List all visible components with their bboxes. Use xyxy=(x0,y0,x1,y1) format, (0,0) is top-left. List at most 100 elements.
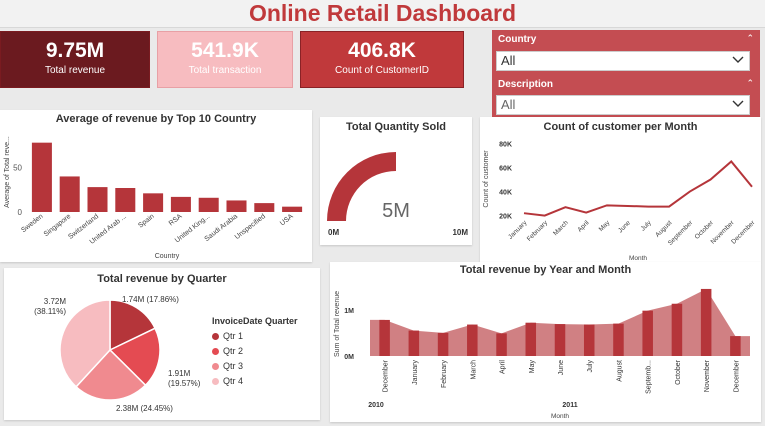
column xyxy=(408,330,420,356)
gauge-value: 5M xyxy=(382,200,410,222)
bar xyxy=(198,197,219,212)
column xyxy=(671,303,683,356)
bar xyxy=(87,187,108,212)
country-dropdown-value: All xyxy=(501,53,516,68)
legend-dot-icon xyxy=(212,377,219,385)
x-tick-label: January xyxy=(412,360,419,385)
bar xyxy=(143,193,164,212)
x-tick-label: May xyxy=(529,360,536,374)
area-chart-panel: Total revenue by Year and Month 1M 0M Sum … xyxy=(330,262,761,422)
bar xyxy=(59,176,80,212)
legend-label: Qtr 4 xyxy=(223,376,244,386)
column xyxy=(613,323,624,356)
description-filter-label: Description xyxy=(498,79,554,90)
data-label: 1.91M xyxy=(168,369,191,378)
x-tick-label: November xyxy=(704,359,711,392)
column xyxy=(496,333,507,356)
x-tick-label: March xyxy=(470,360,477,380)
legend-dot-icon xyxy=(212,362,219,370)
column xyxy=(700,288,712,356)
y-tick-label: 60K xyxy=(499,165,512,172)
kpi-count-customer: 406.8K Count of CustomerID xyxy=(300,31,464,88)
description-dropdown[interactable]: All xyxy=(496,95,750,115)
line-series xyxy=(523,160,753,217)
column xyxy=(730,336,741,356)
chevron-down-icon xyxy=(732,56,744,63)
x-tick-label: Septemb... xyxy=(646,360,653,394)
bar xyxy=(254,203,275,212)
kpi-value: 541.9K xyxy=(191,39,259,62)
chevron-down-icon xyxy=(732,100,744,107)
x-tick-label: December xyxy=(733,359,740,392)
kpi-label: Total transaction xyxy=(188,65,262,76)
x-axis-label: Country xyxy=(155,253,180,260)
legend-item[interactable]: Qtr 2 xyxy=(212,346,298,356)
y-axis-label: Sum of Total revenue xyxy=(334,291,341,357)
title-bar: Online Retail Dashboard xyxy=(0,0,765,28)
kpi-total-transaction: 541.9K Total transaction xyxy=(157,31,293,88)
x-tick-label: February xyxy=(526,219,550,243)
gauge-panel: Total Quantity Sold 5M 0M 10M xyxy=(320,117,472,245)
page-title: Online Retail Dashboard xyxy=(248,0,517,26)
x-tick-label: July xyxy=(640,219,654,233)
legend-dot-icon xyxy=(212,347,219,355)
column xyxy=(437,332,449,356)
legend-label: Qtr 1 xyxy=(223,331,244,341)
x-tick-label: July xyxy=(587,360,594,373)
chevron-up-icon[interactable]: ⌃ xyxy=(746,33,754,44)
area-chart: 1M 0MSum of Total revenue December January F… xyxy=(334,288,750,420)
x-tick-label: April xyxy=(500,360,507,374)
kpi-value: 406.8K xyxy=(348,39,416,62)
x-tick-label: Sweden xyxy=(20,213,44,234)
data-label: (19.57%) xyxy=(168,379,201,388)
x-tick-label: Spain xyxy=(137,213,156,230)
line-chart: 20K40K60K80KCount of customerJanuaryFebr… xyxy=(483,141,757,262)
bar-chart: 050Average of Total reve...SwedenSingapo… xyxy=(4,136,303,260)
legend-item[interactable]: Qtr 1 xyxy=(212,331,298,341)
x-tick-label: May xyxy=(598,219,612,233)
chevron-up-icon[interactable]: ⌃ xyxy=(746,78,754,89)
x-tick-label: October xyxy=(675,359,682,385)
legend-dot-icon xyxy=(212,332,219,340)
column xyxy=(554,324,566,356)
legend-item[interactable]: Qtr 4 xyxy=(212,376,298,386)
x-tick-label: December xyxy=(730,219,757,246)
bar xyxy=(170,196,191,212)
y-tick-label: 50 xyxy=(13,164,22,173)
description-dropdown-value: All xyxy=(501,97,516,112)
filter-panel: Country ⌃ All Description ⌃ All xyxy=(492,30,760,118)
x-tick-label: February xyxy=(441,360,448,389)
country-dropdown[interactable]: All xyxy=(496,51,750,71)
data-label: 2.38M (24.45%) xyxy=(116,404,173,413)
y-tick-label: 40K xyxy=(499,190,512,197)
legend-label: Qtr 3 xyxy=(223,361,244,371)
line-chart-panel: Count of customer per Month 20K 40K 60K 80K… xyxy=(480,117,761,262)
year-label: 2011 xyxy=(562,402,577,409)
bar xyxy=(282,206,303,212)
y-tick-label: 1M xyxy=(344,308,354,315)
kpi-label: Count of CustomerID xyxy=(335,65,429,76)
x-tick-label: April xyxy=(576,219,591,234)
x-axis-label: Month xyxy=(551,413,569,420)
bar xyxy=(226,200,247,212)
legend-label: Qtr 2 xyxy=(223,346,244,356)
x-tick-label: March xyxy=(552,219,570,237)
country-filter-label: Country xyxy=(498,34,537,45)
x-tick-label: Unspecified xyxy=(234,213,267,241)
kpi-total-revenue: 9.75M Total revenue xyxy=(0,31,150,88)
legend-item[interactable]: Qtr 3 xyxy=(212,361,298,371)
x-tick-label: August xyxy=(616,360,623,382)
data-label: (38.11%) xyxy=(34,307,66,316)
x-tick-label: USA xyxy=(279,213,295,228)
gauge-chart: 5M 0M 10M xyxy=(327,152,468,237)
y-tick-label: 0 xyxy=(18,208,23,217)
x-tick-label: August xyxy=(654,219,673,238)
data-label: 1.74M (17.86%) xyxy=(122,295,179,304)
column xyxy=(525,322,537,356)
bar-chart-panel: Average of revenue by Top 10 Country 0 50… xyxy=(0,110,312,262)
column xyxy=(642,310,653,356)
kpi-label: Total revenue xyxy=(44,65,106,76)
column xyxy=(467,324,478,356)
bar xyxy=(115,188,136,212)
y-tick-label: 80K xyxy=(499,141,512,148)
